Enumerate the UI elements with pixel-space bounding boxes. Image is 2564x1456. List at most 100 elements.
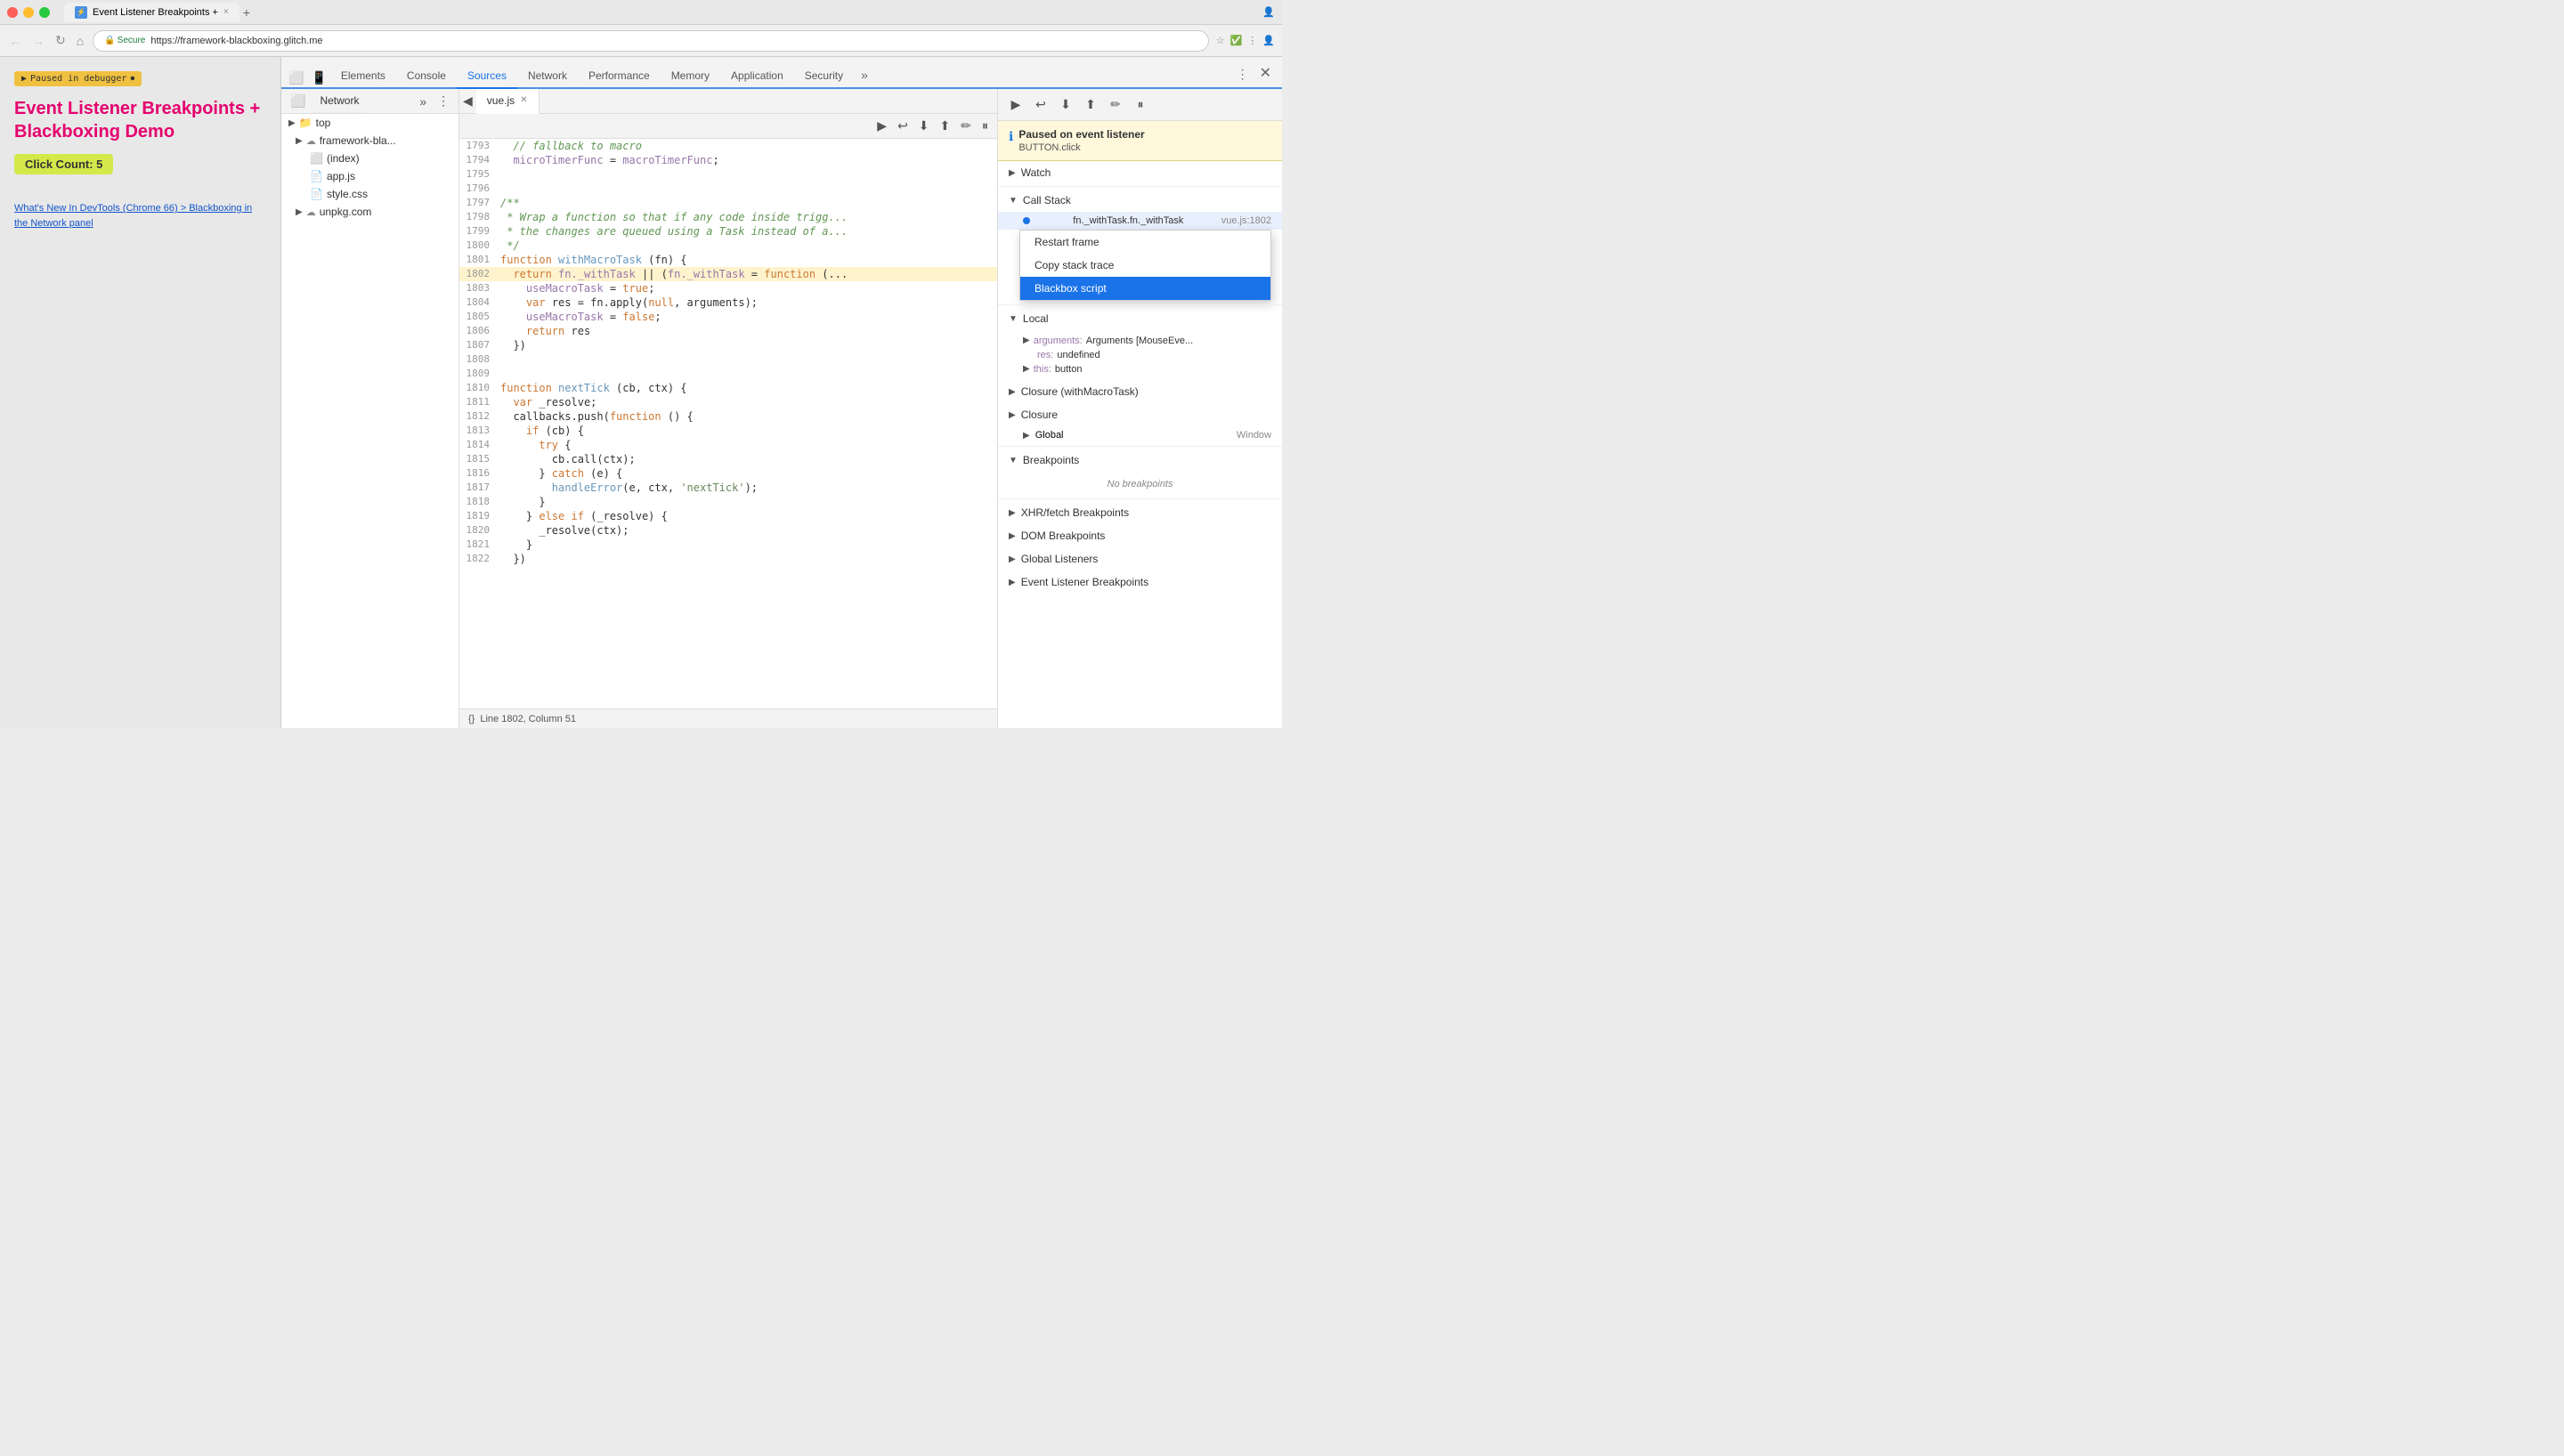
tab-security[interactable]: Security <box>794 64 854 89</box>
tab-network[interactable]: Network <box>517 64 578 89</box>
resume-button[interactable]: ▶ <box>873 117 890 135</box>
edit-breakpoints-exec-button[interactable]: ✏ <box>1105 94 1126 116</box>
close-traffic-light[interactable] <box>7 7 18 18</box>
edit-breakpoints-button[interactable]: ✏ <box>957 117 975 135</box>
global-listeners-header[interactable]: Global Listeners <box>998 547 1282 570</box>
code-line-1799: 1799 * the changes are queued using a Ta… <box>459 224 997 239</box>
context-menu-copy-stack-trace[interactable]: Copy stack trace <box>1020 254 1270 277</box>
device-toolbar-button[interactable]: 📱 <box>307 69 329 87</box>
step-into-button[interactable]: ⬇ <box>915 117 933 135</box>
previous-source-button[interactable]: ◀ <box>459 92 476 110</box>
tree-item-unpkg[interactable]: ▶ ☁ unpkg.com <box>281 203 458 221</box>
tab-sources[interactable]: Sources <box>457 64 517 89</box>
paused-notice: ℹ Paused on event listener BUTTON.click <box>998 121 1282 161</box>
call-stack-loc-1: vue.js:1802 <box>1221 215 1271 226</box>
step-over-button[interactable]: ↩ <box>894 117 912 135</box>
maximize-traffic-light[interactable] <box>39 7 50 18</box>
step-out-exec-button[interactable]: ⬆ <box>1080 94 1101 116</box>
tab-console[interactable]: Console <box>396 64 457 89</box>
resume-execution-button[interactable]: ▶ <box>1005 94 1026 116</box>
tree-label-index: (index) <box>327 152 360 165</box>
tree-item-index[interactable]: ⬜ (index) <box>281 150 458 167</box>
tab-close-button[interactable]: × <box>223 7 229 17</box>
page-panel: ▶ Paused in debugger ⏺ Event Listener Br… <box>0 57 280 728</box>
call-stack-item-1[interactable]: fn._withTask.fn._withTask vue.js:1802 <box>998 212 1282 230</box>
inspect-element-button[interactable]: ⬜ <box>285 69 307 87</box>
back-button[interactable]: ← <box>7 32 23 50</box>
address-input[interactable]: 🔒 Secure https://framework-blackboxing.g… <box>93 30 1209 52</box>
watch-divider <box>998 186 1282 187</box>
tab-area: ⚡ Event Listener Breakpoints + × + <box>64 3 1255 22</box>
context-menu-blackbox-script[interactable]: Blackbox script <box>1020 277 1270 300</box>
closure-withmacrotask-header[interactable]: Closure (withMacroTask) <box>998 380 1282 403</box>
reload-button[interactable]: ↻ <box>53 31 68 50</box>
step-out-button[interactable]: ⬆ <box>937 117 954 135</box>
bookmark-icon[interactable]: ☆ <box>1216 35 1225 46</box>
devtools-menu-button[interactable]: ⋮ <box>1233 61 1253 87</box>
tab-application[interactable]: Application <box>720 64 794 89</box>
home-button[interactable]: ⌂ <box>75 32 85 50</box>
local-scope-header[interactable]: Local <box>998 307 1282 330</box>
tab-elements[interactable]: Elements <box>330 64 396 89</box>
watch-section-header[interactable]: Watch <box>998 161 1282 184</box>
forward-button[interactable]: → <box>30 32 46 50</box>
page-title: Event Listener Breakpoints + Blackboxing… <box>14 97 266 143</box>
devtools-close-button[interactable]: ✕ <box>1253 59 1278 87</box>
editor-tab-vuejs[interactable]: vue.js ✕ <box>476 89 540 114</box>
browser-tab-active[interactable]: ⚡ Event Listener Breakpoints + × <box>64 3 239 22</box>
menu-icon[interactable]: ⋮ <box>1247 35 1257 46</box>
global-arrow <box>1023 431 1030 441</box>
paused-play-icon[interactable]: ▶ <box>21 74 27 84</box>
tab-memory[interactable]: Memory <box>661 64 720 89</box>
breakpoints-divider <box>998 498 1282 499</box>
minimize-traffic-light[interactable] <box>23 7 34 18</box>
code-line-1808: 1808 <box>459 352 997 367</box>
code-line-1798: 1798 * Wrap a function so that if any co… <box>459 210 997 224</box>
step-over-exec-button[interactable]: ↩ <box>1030 94 1051 116</box>
this-expand[interactable]: ▶ <box>1023 364 1030 374</box>
breakpoints-section-header[interactable]: Breakpoints <box>998 449 1282 472</box>
callstack-divider <box>998 304 1282 305</box>
xhr-breakpoints-header[interactable]: XHR/fetch Breakpoints <box>998 501 1282 524</box>
devtools-panel: ⬜ 📱 Elements Console Sources Network Per… <box>280 57 1282 728</box>
page-link-1[interactable]: What's New In DevTools (Chrome 66) > Bla… <box>14 201 266 231</box>
step-into-exec-button[interactable]: ⬇ <box>1055 94 1076 116</box>
sidebar-toggle-button[interactable]: ⬜ <box>287 92 309 110</box>
call-stack-section-header[interactable]: Call Stack <box>998 189 1282 212</box>
code-line-1804: 1804 var res = fn.apply(null, arguments)… <box>459 295 997 310</box>
code-line-1812: 1812 callbacks.push(function () { <box>459 409 997 424</box>
global-scope-row[interactable]: Global Window <box>998 426 1282 444</box>
code-line-1819: 1819 } else if (_resolve) { <box>459 509 997 523</box>
context-menu-restart-frame[interactable]: Restart frame <box>1020 231 1270 254</box>
file-tree-menu-button[interactable]: ⋮ <box>434 92 453 110</box>
arguments-expand[interactable]: ▶ <box>1023 336 1030 345</box>
code-line-1810: 1810 function nextTick (cb, ctx) { <box>459 381 997 395</box>
call-stack-name-1: fn._withTask.fn._withTask <box>1073 215 1183 226</box>
new-tab-button[interactable]: + <box>243 5 250 20</box>
editor-tab-close[interactable]: ✕ <box>520 95 527 105</box>
file-tree-more-button[interactable]: » <box>416 93 430 110</box>
global-value: Window <box>1237 430 1271 441</box>
local-scope-label: Local <box>1023 312 1049 325</box>
call-stack-dot <box>1023 217 1030 224</box>
scope-arguments: ▶ arguments: Arguments [MouseEve... <box>1023 334 1271 348</box>
format-button[interactable]: {} <box>468 714 475 724</box>
event-listener-breakpoints-header[interactable]: Event Listener Breakpoints <box>998 570 1282 594</box>
network-tab-label[interactable]: Network <box>312 89 366 113</box>
pause-on-exceptions-button[interactable]: ⏸ <box>978 117 992 135</box>
editor-status-bar: {} Line 1802, Column 51 <box>459 708 997 728</box>
tree-item-framework[interactable]: ▶ ☁ framework-bla... <box>281 132 458 150</box>
local-scope-arrow <box>1009 314 1018 324</box>
tree-item-appjs[interactable]: 📄 app.js <box>281 167 458 185</box>
global-label: Global <box>1035 430 1064 441</box>
code-area[interactable]: 1793 // fallback to macro 1794 microTime… <box>459 139 997 708</box>
closure-header[interactable]: Closure <box>998 403 1282 426</box>
pause-exceptions-exec-button[interactable]: ⏸ <box>1130 94 1151 116</box>
tree-item-top[interactable]: ▶ 📁 top <box>281 114 458 132</box>
tree-item-stylecss[interactable]: 📄 style.css <box>281 185 458 203</box>
code-line-1793: 1793 // fallback to macro <box>459 139 997 153</box>
global-listeners-label: Global Listeners <box>1021 553 1099 565</box>
tab-performance[interactable]: Performance <box>578 64 661 89</box>
dom-breakpoints-header[interactable]: DOM Breakpoints <box>998 524 1282 547</box>
more-tabs-button[interactable]: » <box>854 62 875 87</box>
